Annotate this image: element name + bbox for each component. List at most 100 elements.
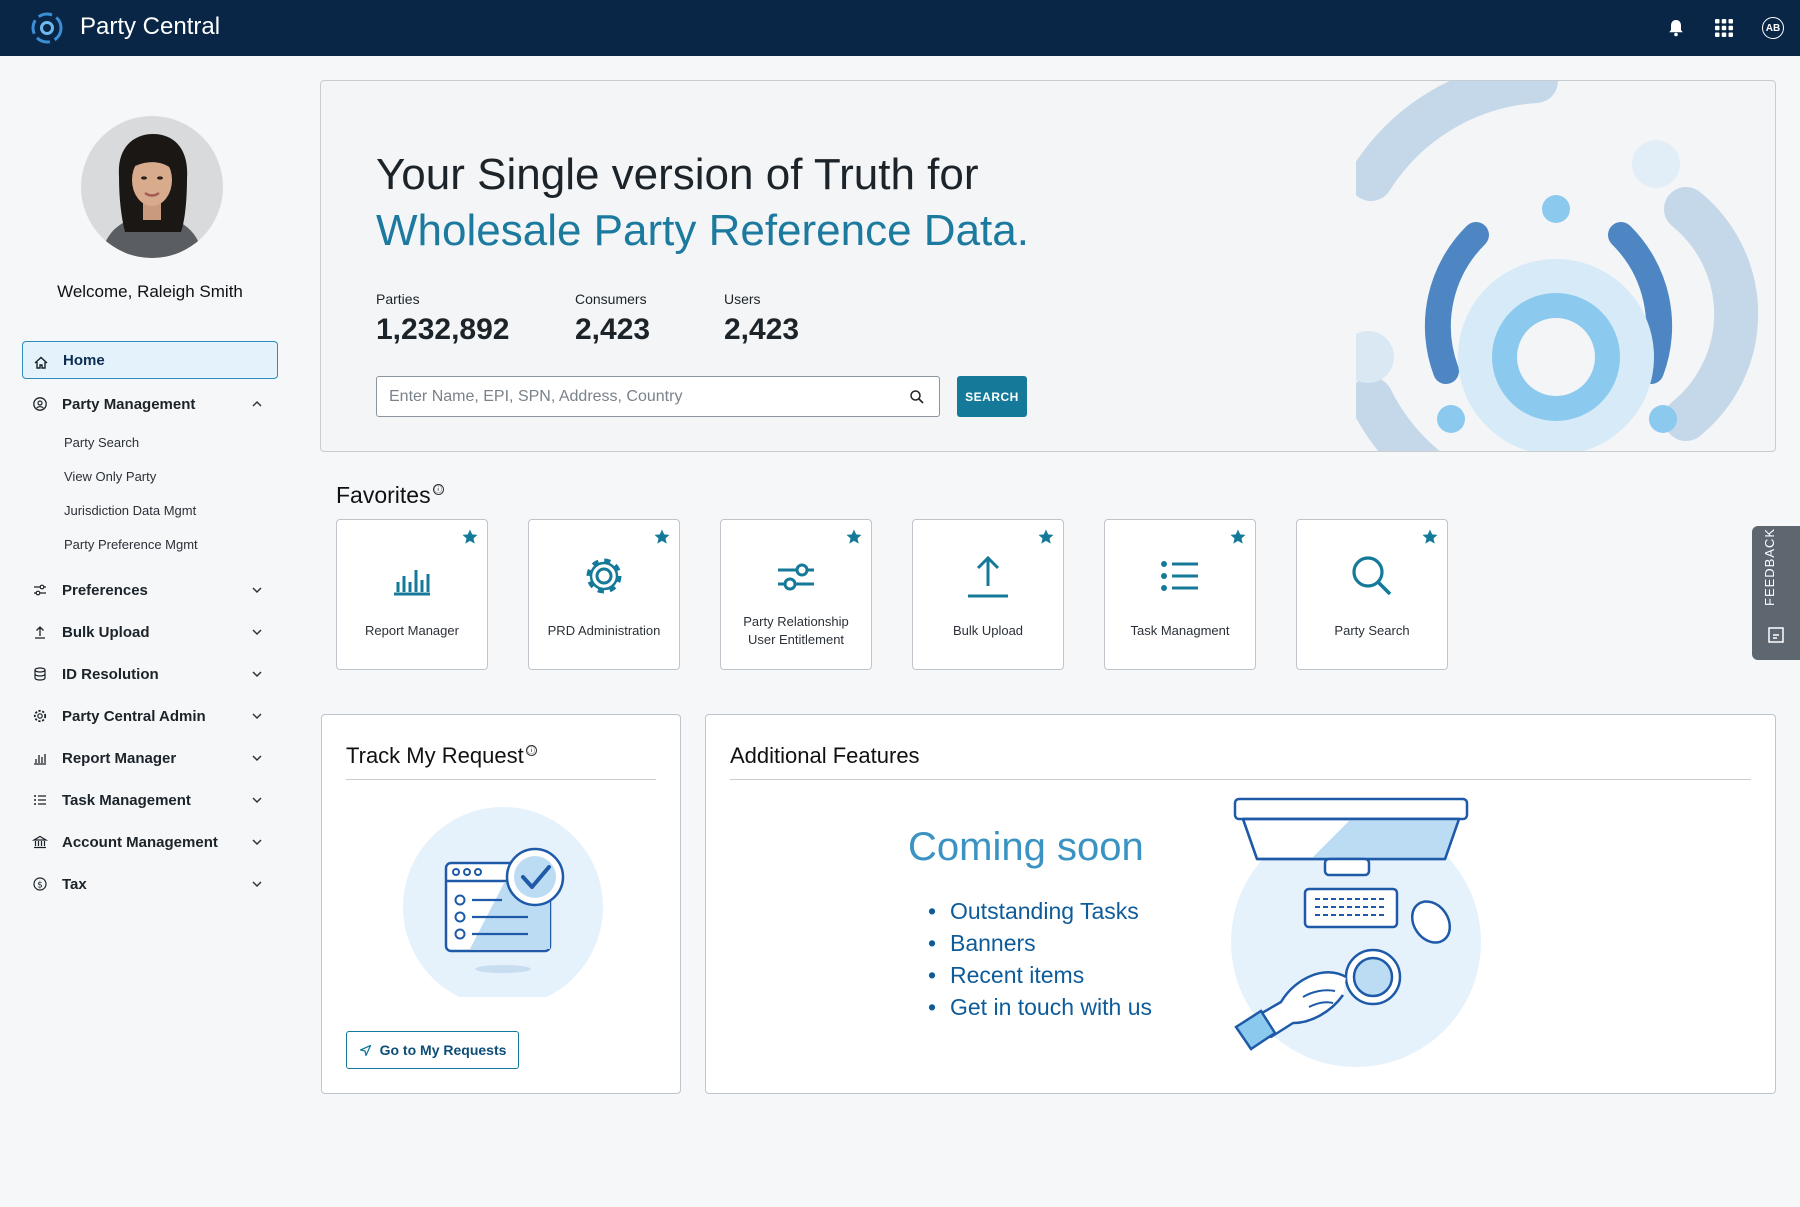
database-icon — [34, 667, 46, 681]
stat-label: Parties — [376, 291, 420, 307]
feedback-tab[interactable]: FEEDBACK — [1752, 526, 1800, 660]
track-title-text: Track My Request — [346, 743, 524, 768]
bar-chart-icon — [34, 754, 46, 765]
favorite-card-party-relationship-user-entitlement[interactable]: Party Relationship User Entitlement — [720, 519, 872, 670]
star-icon[interactable] — [1037, 528, 1055, 546]
favorite-card-bulk-upload[interactable]: Bulk Upload — [912, 519, 1064, 670]
coming-soon-heading: Coming soon — [908, 825, 1144, 869]
go-to-my-requests-button[interactable]: Go to My Requests — [346, 1031, 519, 1069]
favorite-card-task-managment[interactable]: Task Managment — [1104, 519, 1256, 670]
top-bar: Party Central AB — [0, 0, 1800, 56]
favorites-title-text: Favorites — [336, 482, 431, 508]
chevron-down-icon[interactable] — [250, 709, 264, 723]
info-icon[interactable]: ⓘ — [432, 484, 444, 495]
user-avatar[interactable]: AB — [1762, 17, 1784, 39]
panel-title: Track My Request ⓘ — [346, 743, 537, 769]
chevron-up-icon[interactable] — [250, 397, 264, 411]
sidebar-item-label: Tax — [62, 875, 87, 893]
bell-icon[interactable] — [1665, 17, 1687, 39]
sidebar-item-party-central-admin[interactable]: Party Central Admin — [22, 695, 278, 737]
search-icon[interactable] — [909, 389, 925, 405]
search-input[interactable] — [389, 385, 889, 409]
sidebar-item-label: ID Resolution — [62, 665, 159, 683]
request-checklist-illustration — [403, 807, 603, 997]
hero-heading: Your Single version of Truth for Wholesa… — [376, 147, 1029, 259]
star-icon[interactable] — [1421, 528, 1439, 546]
list-item: Recent items — [928, 959, 1152, 991]
sidebar-item-party-management[interactable]: Party Management — [22, 383, 278, 425]
list-icon — [34, 795, 46, 805]
favorite-card-prd-administration[interactable]: PRD Administration — [528, 519, 680, 670]
chevron-down-icon[interactable] — [250, 877, 264, 891]
sidebar-item-label: Bulk Upload — [62, 623, 150, 641]
list-icon — [1161, 561, 1198, 591]
sidebar-item-preferences[interactable]: Preferences — [22, 569, 278, 611]
upload-icon — [968, 555, 1008, 598]
sidebar-item-bulk-upload[interactable]: Bulk Upload — [22, 611, 278, 653]
list-item: Outstanding Tasks — [928, 895, 1152, 927]
stat-value: 2,423 — [575, 313, 651, 346]
chevron-down-icon[interactable] — [250, 583, 264, 597]
chevron-down-icon[interactable] — [250, 793, 264, 807]
favorite-card-report-manager[interactable]: Report Manager — [336, 519, 488, 670]
app-grid-icon[interactable] — [1713, 17, 1735, 39]
app-title[interactable]: Party Central — [80, 13, 220, 41]
favorite-card-label: Bulk Upload — [952, 623, 1024, 638]
sidebar-item-label: Account Management — [62, 833, 218, 851]
info-icon[interactable]: ⓘ — [525, 745, 537, 756]
sidebar-subitem-jurisdiction-data-mgmt[interactable]: Jurisdiction Data Mgmt — [22, 493, 278, 527]
bar-chart-icon — [394, 570, 430, 596]
sliders-icon — [34, 584, 46, 596]
stat-label: Consumers — [575, 291, 647, 307]
panel-title: Additional Features — [730, 743, 920, 768]
sidebar-item-label: Task Management — [62, 791, 191, 809]
feedback-label: FEEDBACK — [1762, 527, 1777, 606]
sidebar-item-home[interactable]: Home — [22, 341, 278, 379]
favorite-card-party-search[interactable]: Party Search — [1296, 519, 1448, 670]
stat-value: 1,232,892 — [376, 313, 510, 346]
chevron-down-icon[interactable] — [250, 625, 264, 639]
star-icon[interactable] — [653, 528, 671, 546]
stat-parties: Parties 1,232,892 — [376, 291, 509, 347]
sidebar-item-tax[interactable]: $ Tax — [22, 863, 278, 905]
sidebar-item-report-manager[interactable]: Report Manager — [22, 737, 278, 779]
search-button[interactable]: SEARCH — [957, 376, 1027, 417]
sidebar-subitem-view-only-party[interactable]: View Only Party — [22, 459, 278, 493]
upload-icon — [35, 626, 45, 639]
svg-text:$: $ — [37, 880, 43, 890]
favorite-card-label: PRD Administration — [547, 623, 661, 638]
hero-banner: Your Single version of Truth for Wholesa… — [320, 80, 1776, 452]
hero-heading-line2: Wholesale Party Reference Data. — [376, 206, 1029, 255]
home-icon — [34, 356, 48, 369]
favorite-card-label: Party Search — [1334, 623, 1410, 638]
list-item: Banners — [928, 927, 1152, 959]
search-field[interactable] — [376, 376, 940, 417]
favorite-card-label: Party Relationship User Entitlement — [725, 613, 867, 649]
sidebar-item-task-management[interactable]: Task Management — [22, 779, 278, 821]
stat-consumers: Consumers 2,423 — [575, 291, 650, 347]
feedback-icon — [1768, 627, 1784, 643]
sidebar-item-label: Home — [63, 351, 105, 369]
chevron-down-icon[interactable] — [250, 835, 264, 849]
favorite-card-label: Report Manager — [365, 623, 459, 638]
hero-rings-illustration — [1356, 81, 1759, 451]
sidebar-subitem-party-search[interactable]: Party Search — [22, 425, 278, 459]
sidebar-item-label: Report Manager — [62, 749, 177, 767]
party-central-logo[interactable] — [30, 11, 64, 45]
sidebar-item-id-resolution[interactable]: ID Resolution — [22, 653, 278, 695]
favorite-card-label-line1: Party Relationship — [743, 614, 849, 629]
bank-icon — [32, 835, 48, 849]
star-icon[interactable] — [1229, 528, 1247, 546]
chevron-down-icon[interactable] — [250, 667, 264, 681]
dollar-icon: $ — [33, 877, 47, 891]
sidebar-item-account-management[interactable]: Account Management — [22, 821, 278, 863]
profile-photo — [81, 116, 223, 258]
star-icon[interactable] — [461, 528, 479, 546]
sidebar-subitem-party-preference-mgmt[interactable]: Party Preference Mgmt — [22, 527, 278, 561]
upcoming-features-list: Outstanding Tasks Banners Recent items G… — [928, 895, 1152, 1023]
list-item: Get in touch with us — [928, 991, 1152, 1023]
chevron-down-icon[interactable] — [250, 751, 264, 765]
sidebar-nav: Home Party Management Party Search View … — [22, 341, 278, 905]
star-icon[interactable] — [845, 528, 863, 546]
hero-heading-line1: Your Single version of Truth for — [376, 150, 979, 199]
